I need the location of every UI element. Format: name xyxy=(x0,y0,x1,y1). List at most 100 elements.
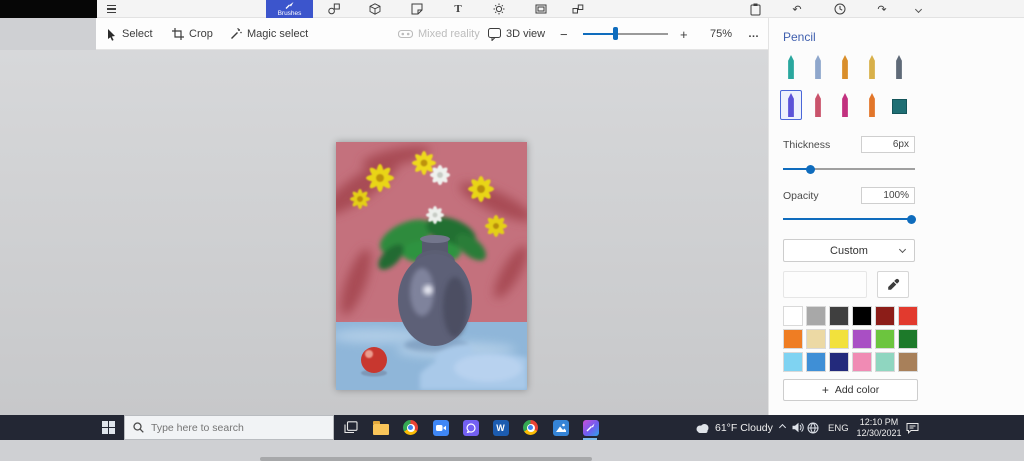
palette-swatch[interactable] xyxy=(875,306,895,326)
crop-button[interactable]: Crop xyxy=(172,18,213,50)
network-icon[interactable] xyxy=(804,419,821,436)
notifications-icon[interactable] xyxy=(904,419,921,436)
watercolor-brush-icon[interactable] xyxy=(861,52,883,82)
history-icon[interactable] xyxy=(833,2,847,16)
weather-label: 61°F Cloudy xyxy=(715,421,773,434)
calligraphy-pen-brush-icon[interactable] xyxy=(807,52,829,82)
paint-3d-icon[interactable] xyxy=(582,419,599,436)
opacity-value-input[interactable]: 100% xyxy=(861,187,915,204)
canvas-area xyxy=(0,50,768,461)
palette-swatch[interactable] xyxy=(852,306,872,326)
top-icon-bar: Brushes T ↶ ↷ xyxy=(0,0,1024,18)
photos-icon[interactable] xyxy=(552,419,569,436)
palette-swatch[interactable] xyxy=(829,306,849,326)
opacity-slider-handle[interactable] xyxy=(907,214,916,224)
crop-icon xyxy=(172,28,184,40)
palette-swatch[interactable] xyxy=(898,306,918,326)
word-icon[interactable]: W xyxy=(492,419,509,436)
palette-swatch[interactable] xyxy=(875,329,895,349)
more-options-button[interactable]: … xyxy=(748,18,759,50)
language-indicator[interactable]: ENG xyxy=(828,423,849,434)
palette-swatch[interactable] xyxy=(806,306,826,326)
crop-label: Crop xyxy=(189,28,213,40)
palette-swatch[interactable] xyxy=(852,329,872,349)
zoom-slider[interactable] xyxy=(583,27,668,40)
effects-icon[interactable] xyxy=(492,2,506,16)
select-label: Select xyxy=(122,28,153,40)
mixed-reality-button: Mixed reality xyxy=(398,18,480,50)
add-color-button[interactable]: + Add color xyxy=(783,379,918,401)
palette-swatch[interactable] xyxy=(783,329,803,349)
3d-library-icon[interactable] xyxy=(571,2,585,16)
undo-icon[interactable]: ↶ xyxy=(790,2,804,16)
pixel-pen-brush-icon[interactable] xyxy=(888,52,910,82)
brush-row-2 xyxy=(780,90,910,120)
paste-icon[interactable] xyxy=(748,2,762,16)
collapse-ribbon-icon[interactable] xyxy=(911,2,925,16)
weather-widget[interactable]: 61°F Cloudy xyxy=(695,415,773,440)
eyedropper-button[interactable] xyxy=(877,271,909,298)
3d-view-button[interactable]: 3D view xyxy=(488,18,545,50)
thickness-slider-handle[interactable] xyxy=(806,164,815,174)
zoom-slider-handle[interactable] xyxy=(613,27,618,40)
magic-select-button[interactable]: Magic select xyxy=(230,18,308,50)
current-color-swatch xyxy=(783,271,867,298)
palette-swatch[interactable] xyxy=(806,352,826,372)
painting xyxy=(323,142,533,390)
magic-wand-icon xyxy=(231,28,242,39)
thickness-value-input[interactable]: 6px xyxy=(861,136,915,153)
palette-swatch[interactable] xyxy=(783,306,803,326)
fill-brush-icon[interactable] xyxy=(888,90,910,120)
file-explorer-icon[interactable] xyxy=(372,419,389,436)
brush-row-1 xyxy=(780,52,910,82)
marker-brush-icon[interactable] xyxy=(780,52,802,82)
search-input[interactable] xyxy=(151,421,311,434)
white-flower-2 xyxy=(426,206,444,224)
stickers-icon[interactable] xyxy=(410,2,424,16)
palette-swatch[interactable] xyxy=(852,352,872,372)
2d-shapes-icon[interactable] xyxy=(327,2,341,16)
horizontal-scrollbar[interactable] xyxy=(260,457,592,461)
palette-swatch[interactable] xyxy=(829,329,849,349)
zoom-in-button[interactable]: + xyxy=(680,18,688,50)
window-edge xyxy=(0,0,97,18)
taskbar-clock[interactable]: 12:10 PM 12/30/2021 xyxy=(856,417,902,439)
palette-swatch[interactable] xyxy=(898,329,918,349)
oil-brush-icon[interactable] xyxy=(834,52,856,82)
viber-icon[interactable] xyxy=(462,419,479,436)
opacity-slider[interactable] xyxy=(783,214,916,224)
crayon-brush-icon[interactable] xyxy=(834,90,856,120)
zoom-icon[interactable] xyxy=(432,419,449,436)
search-icon xyxy=(133,422,144,433)
thickness-slider[interactable] xyxy=(783,164,915,174)
painting-canvas[interactable] xyxy=(323,142,533,390)
3d-shapes-icon[interactable] xyxy=(368,2,382,16)
zoom-out-button[interactable]: − xyxy=(560,18,568,50)
text-icon[interactable]: T xyxy=(451,2,465,16)
palette-swatch[interactable] xyxy=(783,352,803,372)
3d-view-icon xyxy=(488,27,501,41)
canvas-icon[interactable] xyxy=(534,2,548,16)
redo-icon[interactable]: ↷ xyxy=(875,2,889,16)
screen: { "colors": { "accent": "#0f6cbd", "tab_… xyxy=(0,0,1024,461)
browser-icon[interactable] xyxy=(522,419,539,436)
start-button[interactable] xyxy=(102,421,115,434)
pencil-brush-icon[interactable] xyxy=(780,90,802,120)
select-button[interactable]: Select xyxy=(106,18,153,50)
task-view-icon[interactable] xyxy=(342,419,359,436)
palette-swatch[interactable] xyxy=(898,352,918,372)
palette-swatch[interactable] xyxy=(875,352,895,372)
panel-title: Pencil xyxy=(783,30,816,44)
zoom-slider-fill xyxy=(583,33,615,35)
spray-can-brush-icon[interactable] xyxy=(861,90,883,120)
palette-swatch[interactable] xyxy=(806,329,826,349)
add-color-label: Add color xyxy=(834,384,880,396)
taskbar-search[interactable] xyxy=(124,415,334,440)
palette-swatch[interactable] xyxy=(829,352,849,372)
tab-brushes[interactable]: Brushes xyxy=(266,0,313,18)
eraser-brush-icon[interactable] xyxy=(807,90,829,120)
chrome-icon[interactable] xyxy=(402,419,419,436)
chevron-down-icon xyxy=(898,245,907,254)
menu-icon[interactable] xyxy=(104,2,118,16)
custom-color-dropdown[interactable]: Custom xyxy=(783,239,915,262)
